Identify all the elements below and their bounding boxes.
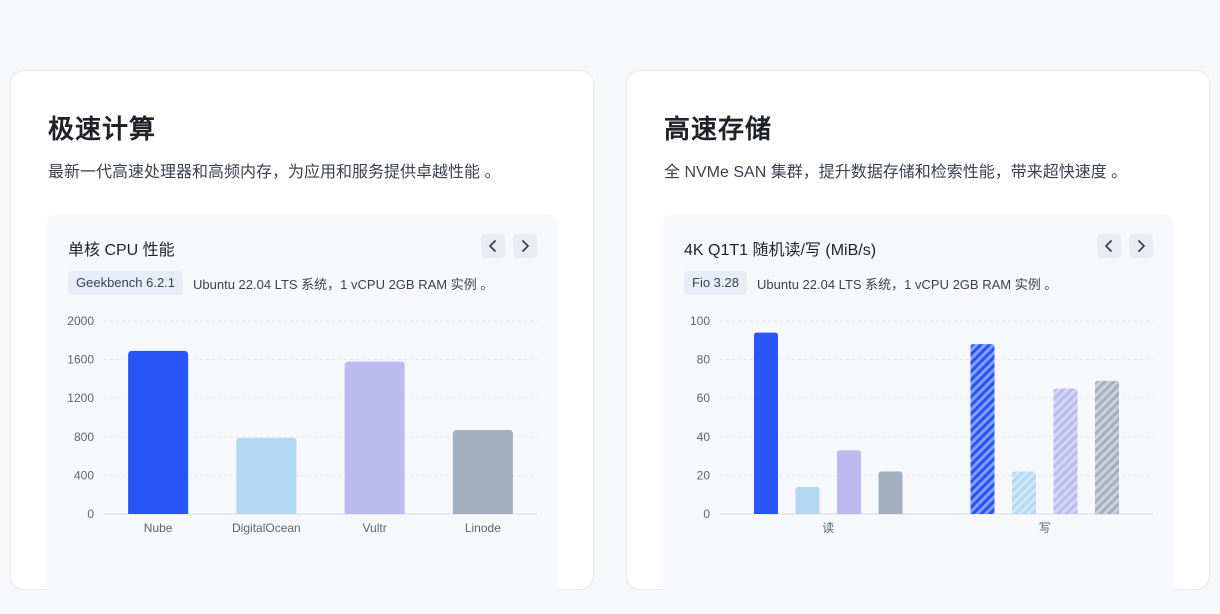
x-tick-label: 读	[822, 521, 834, 535]
chevron-right-icon	[522, 240, 529, 252]
next-button[interactable]	[513, 234, 537, 258]
x-tick-label: Nube	[144, 521, 173, 535]
y-tick-label: 800	[74, 430, 94, 444]
y-tick-label: 400	[74, 468, 94, 482]
y-tick-label: 2000	[67, 314, 94, 328]
y-tick-label: 0	[703, 507, 710, 521]
chevron-right-icon	[1138, 240, 1145, 252]
card-description: 最新一代高速处理器和高频内存，为应用和服务提供卓越性能 。	[48, 164, 501, 181]
panel-note: Ubuntu 22.04 LTS 系统，1 vCPU 2GB RAM 实例 。	[193, 277, 494, 292]
prev-button[interactable]	[481, 234, 505, 258]
bar	[344, 361, 405, 514]
x-tick-label: DigitalOcean	[232, 521, 301, 535]
y-tick-label: 1600	[67, 353, 94, 367]
panel-title: 单核 CPU 性能	[68, 242, 175, 259]
storage-bar-chart: 0 20 40 60 80 100 读 写	[690, 314, 1153, 535]
bar	[754, 332, 778, 514]
next-button[interactable]	[1129, 234, 1153, 258]
card-title: 极速计算	[48, 114, 157, 144]
card-description: 全 NVMe SAN 集群，提升数据存储和检索性能，带来超快速度 。	[664, 164, 1128, 181]
compute-card: 极速计算 最新一代高速处理器和高频内存，为应用和服务提供卓越性能 。 单核 CP…	[10, 70, 594, 614]
storage-card: 高速存储 全 NVMe SAN 集群，提升数据存储和检索性能，带来超快速度 。 …	[626, 70, 1210, 614]
bar	[878, 471, 903, 514]
benchmark-tag: Fio 3.28	[684, 271, 747, 295]
panel-title: 4K Q1T1 随机读/写 (MiB/s)	[684, 242, 877, 259]
prev-button[interactable]	[1097, 234, 1121, 258]
chevron-left-icon	[489, 240, 496, 252]
benchmark-tag: Geekbench 6.2.1	[68, 271, 184, 295]
bar	[970, 344, 995, 514]
x-tick-label: Vultr	[363, 521, 387, 535]
bar	[1053, 388, 1078, 514]
y-tick-label: 80	[697, 353, 711, 367]
bar	[1012, 471, 1036, 514]
panel-note: Ubuntu 22.04 LTS 系统，1 vCPU 2GB RAM 实例 。	[757, 277, 1058, 292]
storage-chart-panel: 4K Q1T1 随机读/写 (MiB/s) Fio 3.28 Ubuntu 22…	[663, 214, 1174, 614]
bar	[795, 486, 820, 514]
bar	[236, 437, 297, 514]
x-tick-label: Linode	[465, 521, 501, 535]
y-tick-label: 0	[87, 507, 94, 521]
card-title: 高速存储	[664, 114, 773, 144]
y-tick-label: 100	[690, 314, 710, 328]
y-tick-label: 40	[697, 430, 711, 444]
bar	[837, 450, 861, 514]
chevron-left-icon	[1105, 240, 1112, 252]
cpu-chart-panel: 单核 CPU 性能 Geekbench 6.2.1 Ubuntu 22.04 L…	[47, 214, 558, 614]
bar	[128, 350, 189, 514]
bar	[1095, 380, 1119, 514]
y-tick-label: 20	[697, 468, 711, 482]
y-tick-label: 60	[697, 391, 711, 405]
bar	[452, 430, 513, 514]
x-tick-label: 写	[1039, 521, 1051, 535]
cpu-bar-chart: 0 400 800 1200 1600 2000 Nube DigitalOcean Vultr…	[67, 314, 537, 535]
y-tick-label: 1200	[67, 391, 94, 405]
